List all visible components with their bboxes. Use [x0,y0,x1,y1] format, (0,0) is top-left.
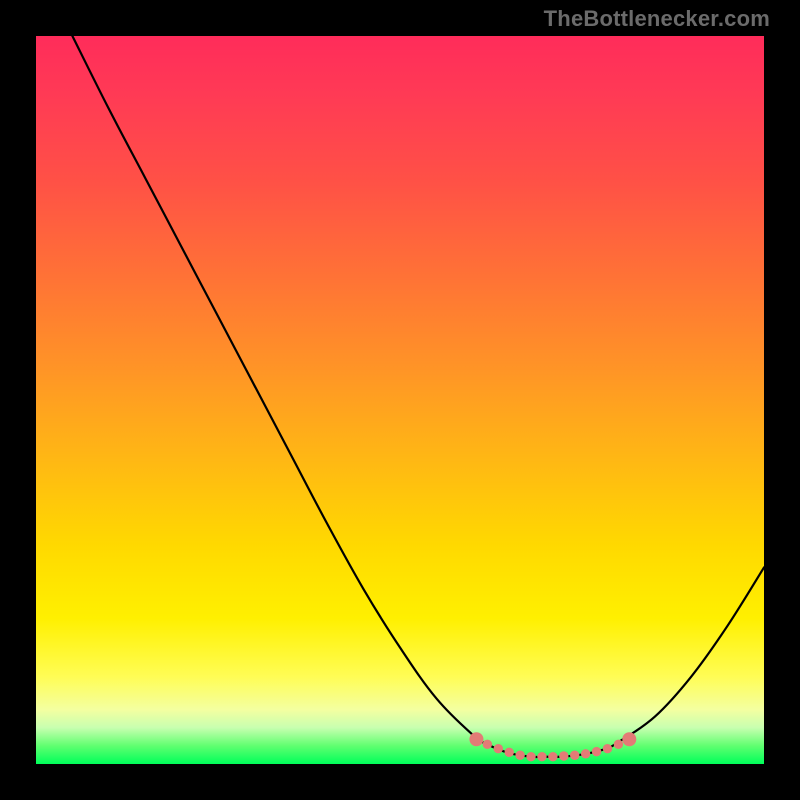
marker-dot [592,747,601,756]
marker-dot [570,751,579,760]
marker-dot [483,740,492,749]
attribution-label: TheBottlenecker.com [544,6,770,32]
marker-dot [614,740,623,749]
marker-dot [603,744,612,753]
marker-dot [559,751,568,760]
marker-dot [526,752,535,761]
plot-area [36,36,764,764]
marker-dot [622,732,636,746]
marker-dot [505,748,514,757]
bottleneck-curve [72,36,764,757]
marker-dot [581,749,590,758]
marker-dot [548,752,557,761]
marker-dot [469,732,483,746]
marker-dot [515,751,524,760]
marker-dot [537,752,546,761]
marker-group [469,732,636,761]
plot-svg [36,36,764,764]
marker-dot [494,744,503,753]
chart-container: TheBottlenecker.com [0,0,800,800]
